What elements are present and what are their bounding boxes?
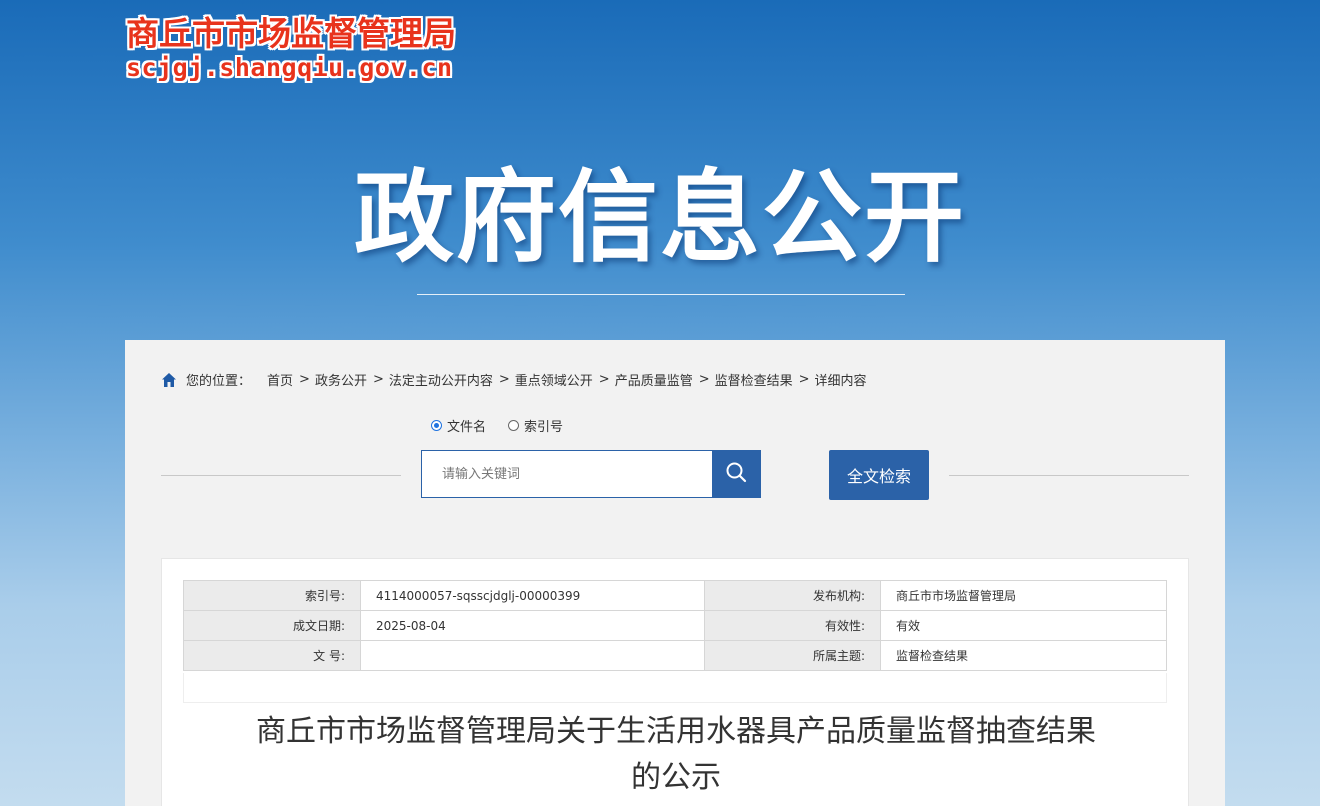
meta-value: 商丘市市场监督管理局: [880, 580, 1167, 611]
meta-spacer: [183, 673, 1167, 703]
search-button[interactable]: [712, 451, 760, 497]
logo-title: 商丘市市场监督管理局: [126, 14, 456, 53]
meta-key: 成文日期:: [183, 610, 361, 641]
document-card: 索引号: 4114000057-sqsscjdglj-00000399 发布机构…: [161, 558, 1189, 806]
breadcrumb-item-product-quality[interactable]: 产品质量监管: [615, 370, 693, 389]
breadcrumb-item-inspection-results[interactable]: 监督检查结果: [715, 370, 793, 389]
document-title-line-2: 的公示: [631, 760, 721, 795]
radio-index-number-label: 索引号: [524, 420, 564, 435]
search-input[interactable]: [422, 451, 712, 497]
meta-value: 2025-08-04: [360, 610, 705, 641]
hero-divider: [417, 294, 905, 295]
search-type-radios: 文件名 索引号: [431, 416, 585, 435]
radio-dot[interactable]: [508, 420, 520, 431]
meta-key: 发布机构:: [704, 580, 881, 611]
breadcrumb-item-government-affairs[interactable]: 政务公开: [315, 370, 367, 389]
meta-value: [360, 640, 705, 671]
meta-value: 4114000057-sqsscjdglj-00000399: [360, 580, 705, 611]
document-meta-table: 索引号: 4114000057-sqsscjdglj-00000399 发布机构…: [183, 580, 1167, 671]
hero-title: 政府信息公开: [354, 159, 966, 276]
meta-key: 所属主题:: [704, 640, 881, 671]
breadcrumb-separator: >: [698, 372, 710, 387]
search-icon: [725, 461, 747, 487]
breadcrumb-item-key-areas[interactable]: 重点领域公开: [515, 370, 593, 389]
logo-url: scjgj.shangqiu.gov.cn: [126, 53, 453, 82]
meta-value: 监督检查结果: [880, 640, 1167, 671]
document-title: 商丘市市场监督管理局关于生活用水器具产品质量监督抽查结果 的公示: [162, 709, 1190, 801]
radio-filename[interactable]: 文件名: [431, 416, 486, 435]
breadcrumb-item-home[interactable]: 首页: [267, 370, 293, 389]
breadcrumb-separator: >: [372, 372, 384, 387]
meta-value: 有效: [880, 610, 1167, 641]
meta-key: 有效性:: [704, 610, 881, 641]
breadcrumb-label: 您的位置：: [186, 374, 252, 389]
breadcrumb-item-statutory-disclosure[interactable]: 法定主动公开内容: [389, 370, 493, 389]
meta-key: 文 号:: [183, 640, 361, 671]
breadcrumb-separator: >: [498, 372, 510, 387]
main-panel: 您的位置： 首页 > 政务公开 > 法定主动公开内容 > 重点领域公开 > 产品…: [125, 340, 1225, 806]
search-divider-left: [161, 475, 401, 476]
radio-index-number[interactable]: 索引号: [508, 416, 563, 435]
radio-dot-checked[interactable]: [431, 420, 442, 431]
search-box: [421, 450, 761, 498]
breadcrumb-separator: >: [598, 372, 610, 387]
table-row: 索引号: 4114000057-sqsscjdglj-00000399 发布机构…: [183, 580, 1167, 611]
home-icon: [161, 372, 177, 388]
meta-key: 索引号:: [183, 580, 361, 611]
search-divider-right: [949, 475, 1189, 476]
breadcrumb: 您的位置： 首页 > 政务公开 > 法定主动公开内容 > 重点领域公开 > 产品…: [161, 370, 867, 389]
radio-filename-label: 文件名: [447, 420, 487, 435]
site-logo[interactable]: 商丘市市场监督管理局 scjgj.shangqiu.gov.cn: [126, 14, 456, 82]
breadcrumb-item-detail: 详细内容: [814, 374, 867, 389]
table-row: 成文日期: 2025-08-04 有效性: 有效: [183, 610, 1167, 641]
breadcrumb-separator: >: [299, 372, 310, 387]
fulltext-search-button[interactable]: 全文检索: [829, 450, 929, 500]
breadcrumb-separator: >: [798, 372, 810, 387]
document-title-line-1: 商丘市市场监督管理局关于生活用水器具产品质量监督抽查结果: [256, 714, 1096, 749]
table-row: 文 号: 所属主题: 监督检查结果: [183, 640, 1167, 671]
